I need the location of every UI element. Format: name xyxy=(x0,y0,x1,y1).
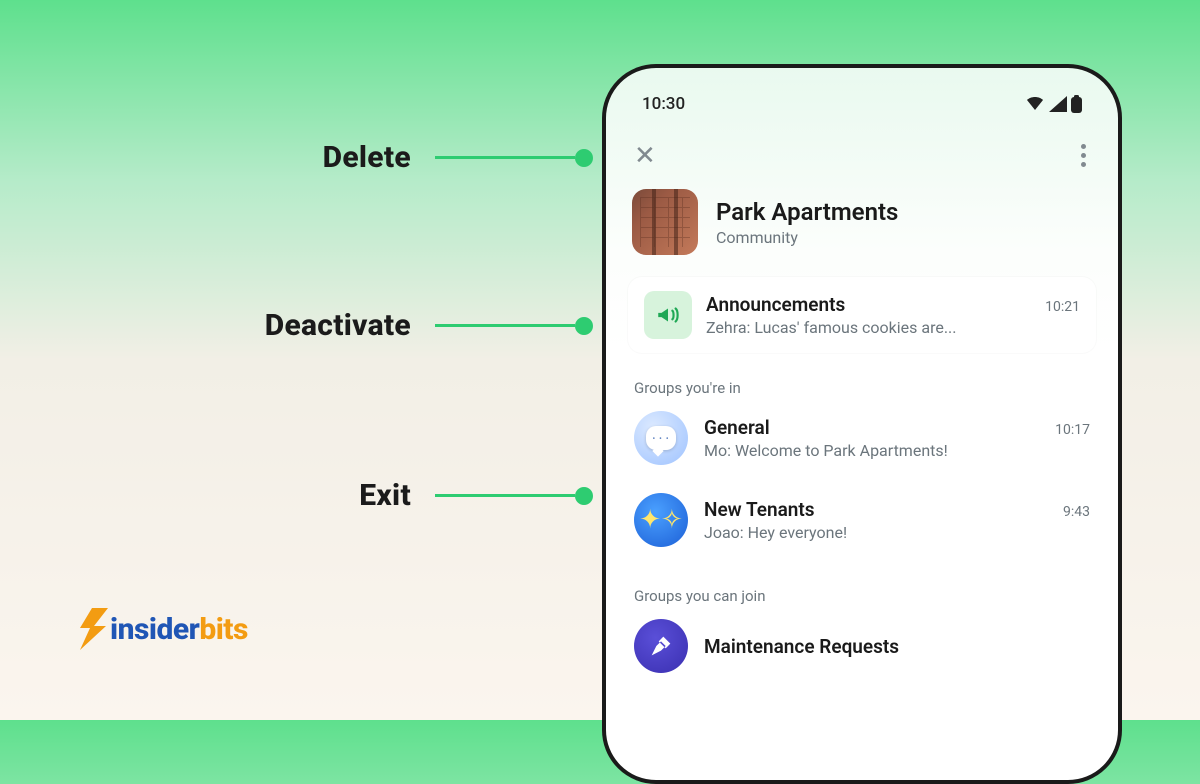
group-row-maintenance[interactable]: Maintenance Requests xyxy=(628,605,1096,687)
status-time: 10:30 xyxy=(642,94,685,114)
brand-text-part1: insider xyxy=(110,612,199,647)
community-header[interactable]: Park Apartments Community xyxy=(628,189,1096,255)
community-avatar xyxy=(632,189,698,255)
action-exit-label: Exit xyxy=(359,478,411,513)
group-title: General xyxy=(704,416,770,439)
megaphone-icon xyxy=(644,291,692,339)
connector-line xyxy=(435,494,575,497)
status-bar: 10:30 xyxy=(628,90,1096,118)
community-title-block: Park Apartments Community xyxy=(716,198,898,247)
battery-icon xyxy=(1071,95,1082,113)
signal-icon xyxy=(1049,96,1067,112)
group-title: Maintenance Requests xyxy=(704,635,899,658)
announcements-preview: Zehra: Lucas' famous cookies are... xyxy=(706,318,1080,337)
lightning-arrow-icon xyxy=(74,606,114,652)
section-groups-in: Groups you're in xyxy=(628,379,1096,397)
status-icons xyxy=(1025,95,1082,113)
phone-mockup: 10:30 ✕ Park Apartments Community xyxy=(602,64,1122,784)
action-delete-label: Delete xyxy=(323,140,411,175)
brand-text: insiderbits xyxy=(110,612,248,647)
tools-avatar-icon xyxy=(634,619,688,673)
announcements-card[interactable]: Announcements 10:21 Zehra: Lucas' famous… xyxy=(628,277,1096,353)
group-time: 9:43 xyxy=(1063,504,1090,520)
group-preview: Mo: Welcome to Park Apartments! xyxy=(704,441,1090,460)
group-row-new-tenants[interactable]: ✦✧ New Tenants 9:43 Joao: Hey everyone! xyxy=(628,479,1096,561)
community-name: Park Apartments xyxy=(716,198,898,226)
action-delete: Delete xyxy=(323,140,575,175)
action-exit: Exit xyxy=(359,478,575,513)
group-row-general[interactable]: General 10:17 Mo: Welcome to Park Apartm… xyxy=(628,397,1096,479)
community-subtitle: Community xyxy=(716,228,898,247)
more-options-icon[interactable] xyxy=(1077,140,1090,171)
brand-text-part2: bits xyxy=(199,612,248,647)
screen-header: ✕ xyxy=(628,140,1096,171)
brand-logo: insiderbits xyxy=(74,606,248,652)
group-preview: Joao: Hey everyone! xyxy=(704,523,1090,542)
group-title: New Tenants xyxy=(704,498,815,521)
announcements-time: 10:21 xyxy=(1045,299,1080,315)
chat-avatar-icon xyxy=(634,411,688,465)
section-groups-join: Groups you can join xyxy=(628,587,1096,605)
close-icon[interactable]: ✕ xyxy=(634,143,656,169)
connector-line xyxy=(435,324,575,327)
sparkles-avatar-icon: ✦✧ xyxy=(634,493,688,547)
group-time: 10:17 xyxy=(1055,422,1090,438)
connector-line xyxy=(435,156,575,159)
announcements-title: Announcements xyxy=(706,293,845,316)
action-deactivate: Deactivate xyxy=(265,308,575,343)
action-deactivate-label: Deactivate xyxy=(265,308,411,343)
wifi-icon xyxy=(1025,96,1045,112)
